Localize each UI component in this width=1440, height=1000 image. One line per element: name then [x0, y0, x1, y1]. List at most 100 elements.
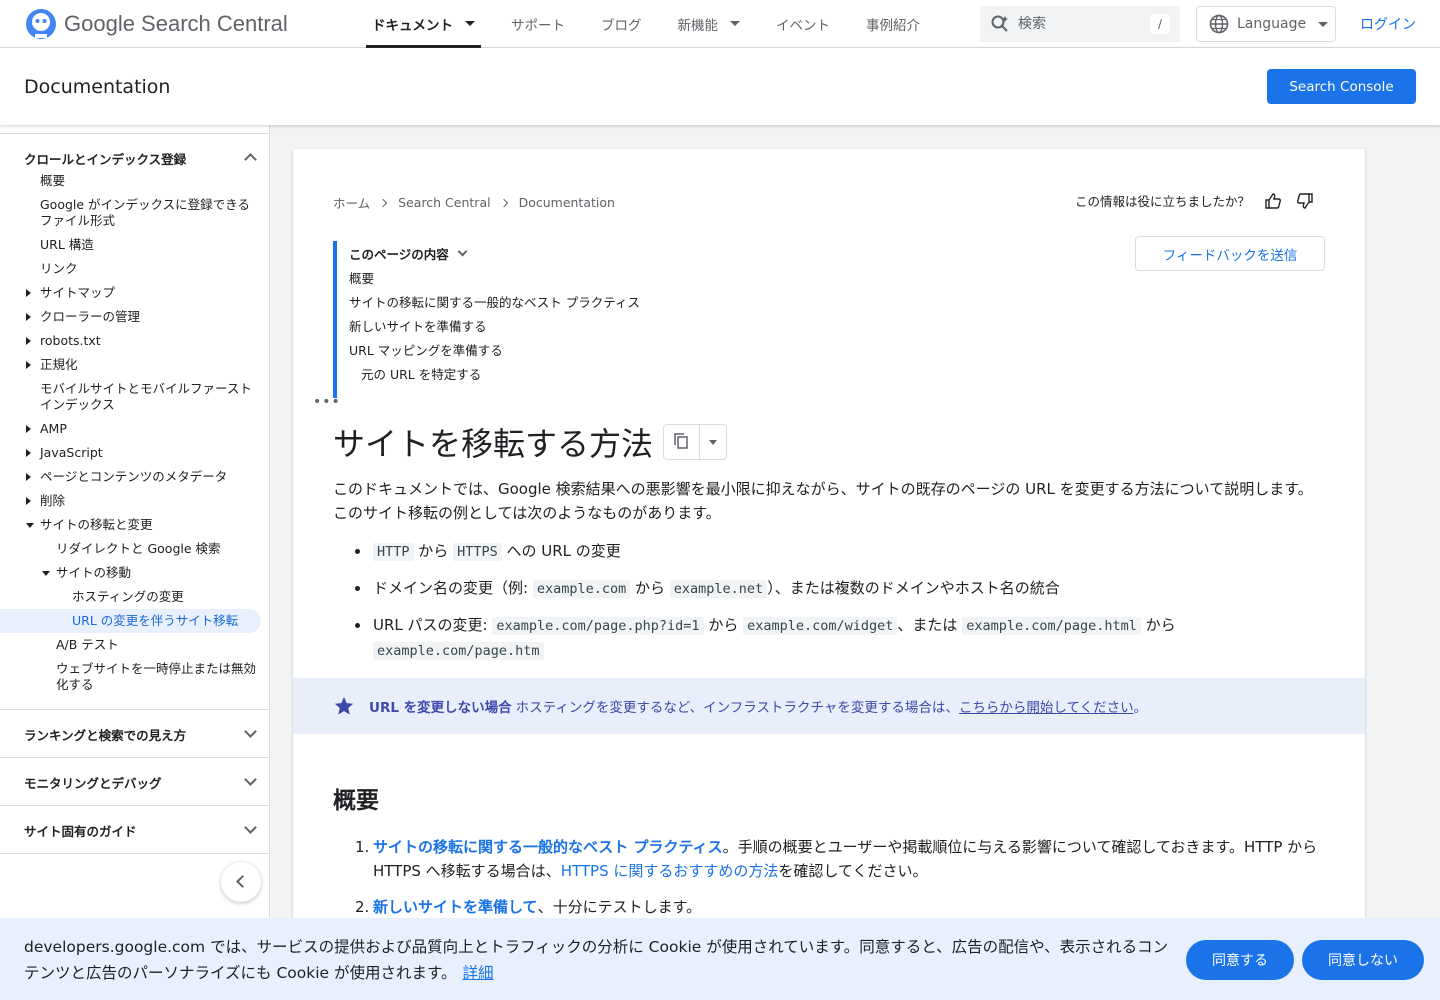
list-item: ドメイン名の変更（例: example.com から example.net）、… — [333, 576, 1325, 601]
chevron-down-icon — [244, 773, 257, 786]
sidebar-item-javascript[interactable]: JavaScript — [26, 445, 260, 461]
copy-options-dropdown[interactable] — [700, 425, 726, 459]
sidebar-item-overview[interactable]: 概要 — [40, 173, 260, 189]
main-nav: ドキュメント サポート ブログ 新機能 イベント 事例紹介 — [354, 0, 938, 48]
sidebar-item-ab-testing[interactable]: A/B テスト — [56, 637, 276, 653]
toc-more-button[interactable]: ••• — [313, 394, 341, 410]
sidebar-section-crawl[interactable]: クロールとインデックス登録 — [0, 149, 269, 168]
cookie-agree-button[interactable]: 同意する — [1186, 940, 1294, 980]
examples-list: HTTP から HTTPS への URL の変更 ドメイン名の変更（例: exa… — [333, 539, 1325, 675]
thumb-down-icon[interactable] — [1296, 192, 1314, 210]
nav-support[interactable]: サポート — [493, 0, 583, 48]
search-console-button[interactable]: Search Console — [1267, 69, 1416, 104]
toc-item-url-mapping[interactable]: URL マッピングを準備する — [349, 337, 733, 361]
logo[interactable]: Google Search Central — [24, 7, 324, 41]
sidebar-item-url-structure[interactable]: URL 構造 — [40, 237, 260, 253]
sidebar-item-canonical[interactable]: 正規化 — [26, 357, 260, 373]
login-link[interactable]: ログイン — [1360, 14, 1416, 34]
sidebar-item-file-types[interactable]: Google がインデックスに登録できるファイル形式 — [40, 197, 260, 229]
chevron-down-icon — [457, 246, 468, 256]
breadcrumb-search-central[interactable]: Search Central — [398, 195, 490, 210]
text: ）、または複数のドメインやホスト名の統合 — [767, 579, 1060, 597]
sidebar-item-label: robots.txt — [40, 333, 101, 348]
sidebar-item-removals[interactable]: 削除 — [26, 493, 260, 509]
toc-title: このページの内容 — [349, 246, 449, 262]
breadcrumb-documentation[interactable]: Documentation — [519, 195, 615, 210]
search-box[interactable]: / — [980, 6, 1180, 42]
nav-docs[interactable]: ドキュメント — [354, 0, 493, 48]
toc-item-prepare-site[interactable]: 新しいサイトを準備する — [349, 313, 733, 337]
cookie-details-link[interactable]: 詳細 — [462, 964, 493, 982]
nav-case-studies[interactable]: 事例紹介 — [848, 0, 938, 48]
note-link[interactable]: こちらから開始してください — [959, 696, 1134, 716]
nav-support-label: サポート — [511, 17, 565, 34]
chevron-right-icon — [499, 198, 508, 207]
list-number: 2. — [355, 898, 370, 916]
expand-arrow-icon — [26, 497, 31, 505]
list-item: HTTP から HTTPS への URL の変更 — [333, 539, 1325, 564]
sidebar-item-crawlers[interactable]: クローラーの管理 — [26, 309, 260, 325]
sidebar-section-label: モニタリングとデバッグ — [24, 776, 162, 791]
divider — [0, 757, 269, 758]
expand-arrow-icon — [26, 473, 31, 481]
code: example.com/page.html — [962, 617, 1141, 635]
nav-events[interactable]: イベント — [758, 0, 848, 48]
note-end: 。 — [1133, 700, 1148, 716]
language-selector[interactable]: Language — [1196, 6, 1336, 42]
sidebar-item-pause-site[interactable]: ウェブサイトを一時停止または無効化する — [56, 661, 256, 693]
sidebar-section-monitoring[interactable]: モニタリングとデバッグ — [0, 773, 269, 792]
breadcrumb: ホーム Search Central Documentation — [333, 193, 615, 212]
sidebar-item-links[interactable]: リンク — [40, 261, 260, 277]
best-practices-link[interactable]: サイトの移転に関する一般的なベスト プラクティス — [373, 838, 723, 856]
sidebar-item-mobile[interactable]: モバイルサイトとモバイルファースト インデックス — [40, 381, 260, 413]
nav-blog[interactable]: ブログ — [583, 0, 660, 48]
sidebar-item-metadata[interactable]: ページとコンテンツのメタデータ — [26, 469, 260, 485]
send-feedback-button[interactable]: フィードバックを送信 — [1135, 236, 1325, 271]
sidebar-item-label: クローラーの管理 — [40, 309, 141, 324]
search-shortcut-key: / — [1150, 14, 1170, 34]
sidebar-section-ranking[interactable]: ランキングと検索での見え方 — [0, 725, 269, 744]
search-input[interactable] — [1018, 16, 1138, 32]
sidebar-item-sitemaps[interactable]: サイトマップ — [26, 285, 260, 301]
sidebar-item-label: サイトの移動 — [56, 565, 132, 580]
code: example.com — [532, 580, 631, 598]
chevron-down-icon — [465, 21, 475, 26]
note-title: URL を変更しない場合 — [369, 700, 512, 716]
nav-whats-new-label: 新機能 — [677, 17, 719, 34]
breadcrumb-home[interactable]: ホーム — [333, 193, 370, 212]
helpful-rating: この情報は役に立ちましたか？ — [1075, 191, 1314, 210]
list-number: 1. — [355, 838, 370, 856]
text: ドメイン名の変更（例: — [373, 579, 533, 597]
cookie-disagree-button[interactable]: 同意しない — [1302, 940, 1424, 980]
chevron-up-icon — [244, 153, 257, 166]
note-text: ホスティングを変更するなど、インフラストラクチャを変更する場合は、 — [515, 700, 959, 716]
search-central-logo-icon — [26, 8, 56, 39]
nav-blog-label: ブログ — [601, 17, 642, 34]
sidebar-item-redirects[interactable]: リダイレクトと Google 検索 — [56, 541, 276, 557]
toc-toggle[interactable]: このページの内容 — [349, 241, 733, 265]
sidebar-item-hosting-change[interactable]: ホスティングの変更 — [72, 589, 262, 605]
text: から — [1140, 616, 1176, 634]
thumb-up-icon[interactable] — [1264, 192, 1282, 210]
sidebar-item-label: AMP — [40, 421, 67, 436]
copy-button[interactable] — [664, 425, 701, 459]
https-link[interactable]: HTTPS に関するおすすめの方法 — [561, 862, 779, 880]
nav-whats-new[interactable]: 新機能 — [660, 0, 759, 48]
sidebar-item-robots[interactable]: robots.txt — [26, 333, 260, 349]
nav-docs-label: ドキュメント — [372, 17, 453, 34]
toc-item-best-practices[interactable]: サイトの移転に関する一般的なベスト プラクティス — [349, 289, 733, 313]
collapse-arrow-icon — [42, 571, 50, 576]
sidebar-item-amp[interactable]: AMP — [26, 421, 260, 437]
toc-item-identify-urls[interactable]: 元の URL を特定する — [349, 361, 733, 385]
toc-item-overview[interactable]: 概要 — [349, 265, 733, 289]
sidebar-item-site-move[interactable]: サイトの移動 — [42, 565, 276, 581]
sidebar-item-label: サイトの移転と変更 — [40, 517, 153, 532]
sidebar-item-url-change-move[interactable]: URL の変更を伴うサイト移転 — [72, 613, 262, 629]
collapse-sidebar-button[interactable] — [221, 862, 261, 902]
divider — [0, 805, 269, 806]
star-icon — [334, 696, 354, 715]
sidebar-section-guides[interactable]: サイト固有のガイド — [0, 821, 269, 840]
sidebar-item-site-moves[interactable]: サイトの移転と変更 — [26, 517, 260, 533]
chevron-down-icon — [730, 21, 740, 26]
prepare-site-link[interactable]: 新しいサイトを準備して — [373, 898, 538, 916]
